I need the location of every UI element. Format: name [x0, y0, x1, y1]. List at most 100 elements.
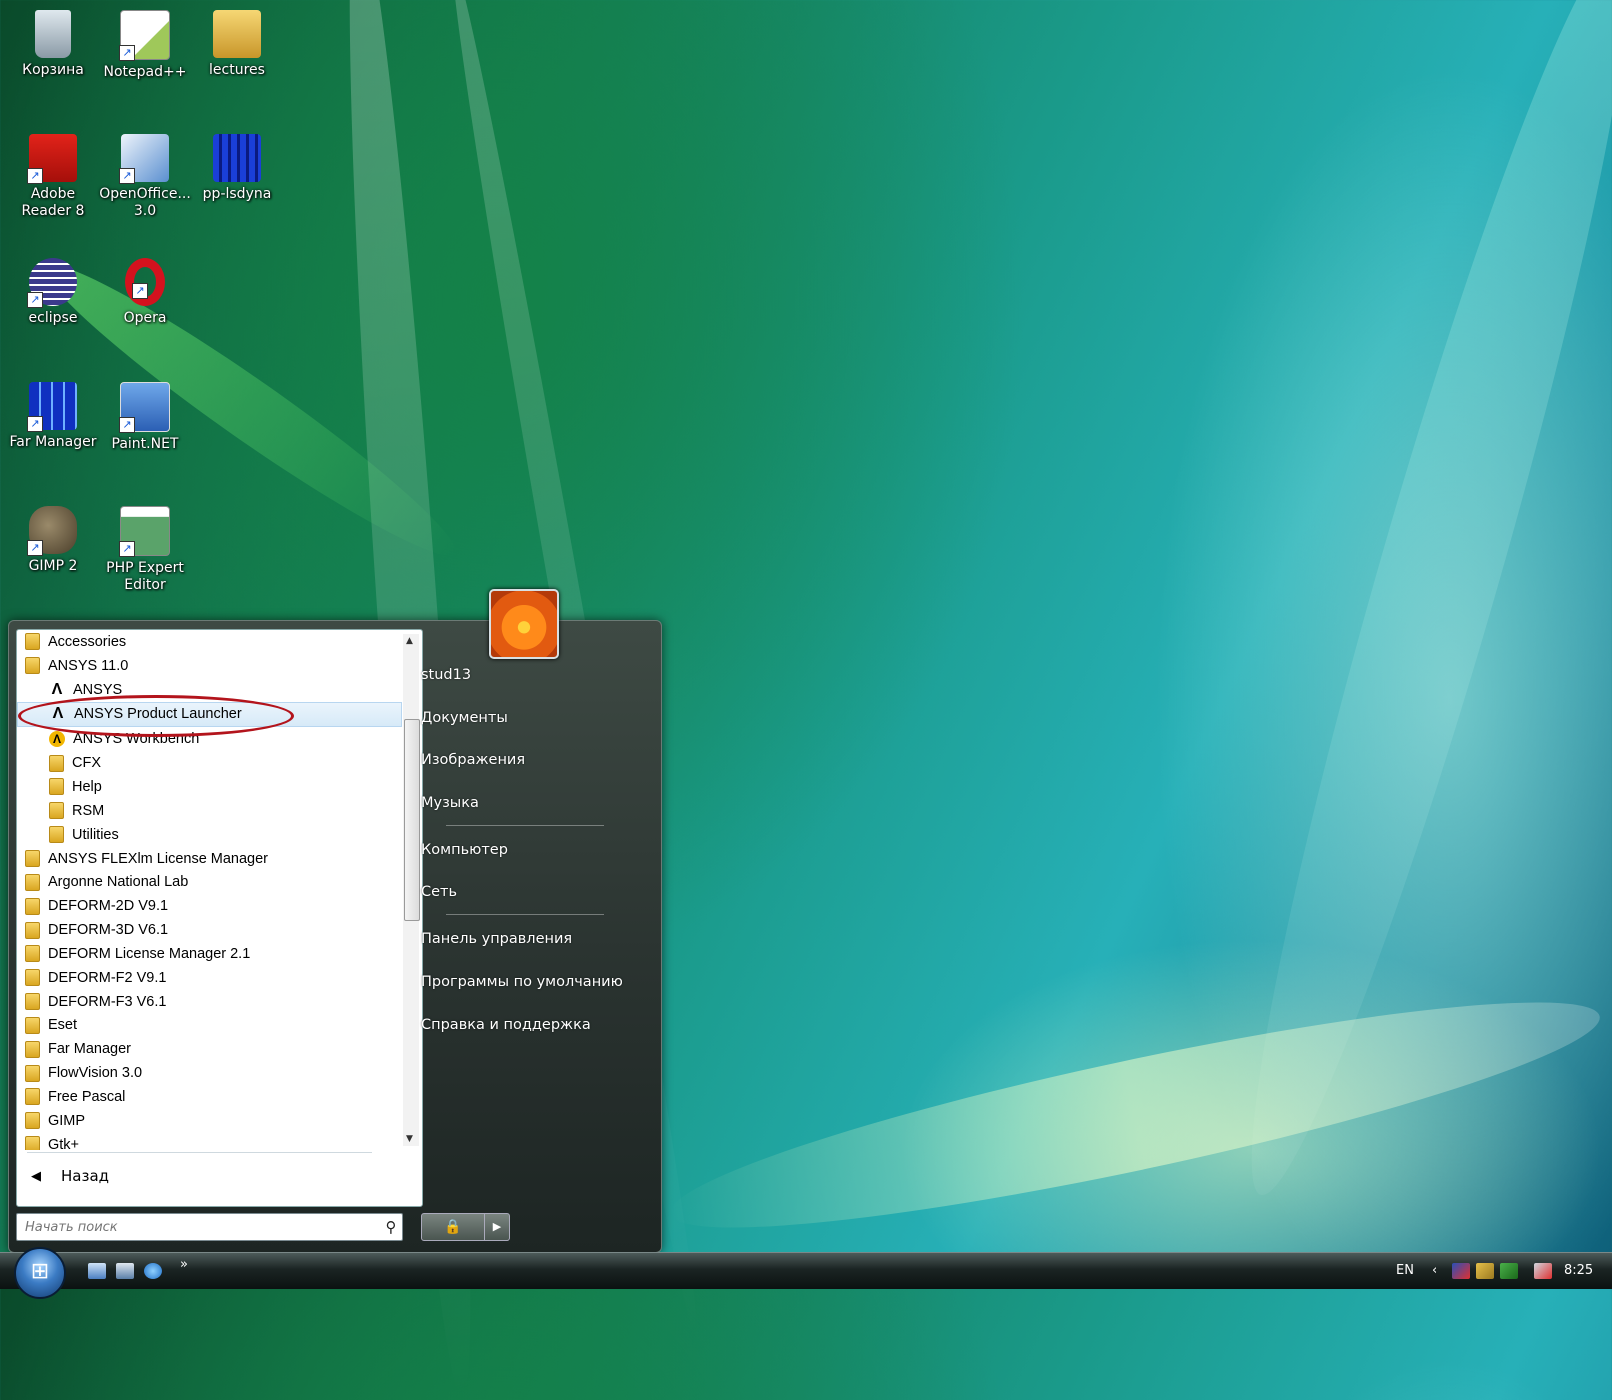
- desktop-icon-paint-net[interactable]: ↗ Paint.NET: [98, 376, 192, 453]
- chevron-right-icon: ▶: [492, 1220, 502, 1233]
- program-list-scrollbar[interactable]: ▲ ▼: [403, 634, 420, 1146]
- program-label: Gtk+: [48, 1136, 80, 1150]
- desktop-icon-pp-lsdyna[interactable]: pp-lsdyna: [190, 128, 284, 203]
- program-label: Accessories: [48, 633, 127, 650]
- back-button[interactable]: ◀ Назад: [31, 1162, 109, 1190]
- folder-icon: [25, 633, 40, 651]
- desktop-icon-far-manager[interactable]: ↗ Far Manager: [6, 376, 100, 451]
- start-button[interactable]: ⊞: [14, 1247, 66, 1299]
- program-label: Help: [72, 778, 102, 795]
- internet-explorer-icon[interactable]: [144, 1263, 162, 1279]
- desktop-icon-gimp[interactable]: ↗ GIMP 2: [6, 500, 100, 575]
- clock[interactable]: 8:25: [1564, 1263, 1593, 1278]
- program-label: ANSYS FLEXlm License Manager: [48, 850, 269, 867]
- folder-icon: [25, 1112, 40, 1130]
- lock-button[interactable]: 🔒: [421, 1213, 485, 1241]
- program-item[interactable]: Far Manager: [17, 1037, 402, 1061]
- shortcut-arrow-icon: ↗: [27, 292, 43, 308]
- scroll-up-icon[interactable]: ▲: [406, 636, 413, 646]
- wallpaper-streak: [1203, 0, 1612, 1212]
- start-search-box: ⚲: [16, 1213, 403, 1241]
- program-item[interactable]: DEFORM-3D V6.1: [17, 918, 402, 942]
- folder-icon: [25, 1064, 40, 1082]
- desktop-icon-adobe-reader[interactable]: ↗ Adobe Reader 8: [6, 128, 100, 220]
- program-label: DEFORM License Manager 2.1: [48, 945, 251, 962]
- desktop-icon-label: Корзина: [22, 62, 84, 78]
- volume-muted-icon[interactable]: [1534, 1263, 1552, 1279]
- folder-icon: [49, 754, 64, 772]
- program-item[interactable]: DEFORM-F3 V6.1: [17, 990, 402, 1014]
- right-item-pictures[interactable]: Изображения: [421, 752, 525, 768]
- desktop-icon-openoffice[interactable]: ↗ OpenOffice... 3.0: [98, 128, 192, 220]
- program-item[interactable]: Gtk+: [17, 1133, 402, 1150]
- right-item-computer[interactable]: Компьютер: [421, 842, 508, 858]
- right-item-default-programs[interactable]: Программы по умолчанию: [421, 974, 623, 990]
- program-item[interactable]: DEFORM-2D V9.1: [17, 894, 402, 918]
- desktop-icon-eclipse[interactable]: ↗ eclipse: [6, 252, 100, 327]
- program-item[interactable]: FlowVision 3.0: [17, 1061, 402, 1085]
- folder-icon: [49, 802, 64, 820]
- scrollbar-thumb[interactable]: [404, 719, 420, 921]
- folder-icon: [25, 993, 40, 1011]
- desktop-icon-recycle-bin[interactable]: Корзина: [6, 4, 100, 79]
- shortcut-arrow-icon: ↗: [119, 417, 135, 433]
- tray-app-icon[interactable]: [1452, 1263, 1470, 1279]
- shutdown-options-button[interactable]: ▶: [484, 1213, 510, 1241]
- program-item[interactable]: Free Pascal: [17, 1085, 402, 1109]
- folder-icon: [25, 1040, 40, 1058]
- program-label: Utilities: [72, 826, 119, 843]
- adobe-reader-icon: ↗: [27, 134, 77, 184]
- program-item[interactable]: Utilities: [17, 823, 402, 847]
- right-item-user[interactable]: stud13: [421, 667, 471, 683]
- scroll-down-icon[interactable]: ▼: [406, 1134, 413, 1144]
- program-item[interactable]: Eset: [17, 1014, 402, 1038]
- program-item[interactable]: ANSYS FLEXlm License Manager: [17, 847, 402, 871]
- shortcut-arrow-icon: ↗: [119, 541, 135, 557]
- search-input[interactable]: [23, 1218, 380, 1236]
- show-desktop-icon[interactable]: [88, 1263, 106, 1279]
- tray-expand-icon[interactable]: ‹: [1432, 1263, 1437, 1278]
- desktop-icon-notepadpp[interactable]: ↗ Notepad++: [98, 4, 192, 81]
- back-label: Назад: [61, 1167, 110, 1185]
- desktop-icon-label: PHP Expert Editor: [106, 560, 184, 593]
- folder-icon: [25, 1088, 40, 1106]
- program-item[interactable]: RSM: [17, 799, 402, 823]
- right-item-control-panel[interactable]: Панель управления: [421, 931, 572, 947]
- quick-launch-more[interactable]: »: [180, 1257, 188, 1272]
- desktop-icon-php-expert-editor[interactable]: ↗ PHP Expert Editor: [98, 500, 192, 594]
- folder-icon: [213, 10, 261, 58]
- program-label: CFX: [72, 755, 101, 772]
- shortcut-arrow-icon: ↗: [27, 168, 43, 184]
- right-item-music[interactable]: Музыка: [421, 795, 479, 811]
- program-item[interactable]: Argonne National Lab: [17, 870, 402, 894]
- folder-icon: [25, 873, 40, 891]
- desktop-icon-label: Opera: [123, 310, 167, 326]
- program-item[interactable]: Help: [17, 775, 402, 799]
- desktop-icon-opera[interactable]: ↗ Opera: [98, 252, 192, 327]
- tray-network-icon[interactable]: [1476, 1263, 1494, 1279]
- program-item[interactable]: CFX: [17, 751, 402, 775]
- lsdyna-icon: [213, 134, 261, 182]
- desktop-icon-label: GIMP 2: [28, 558, 78, 574]
- program-item[interactable]: DEFORM License Manager 2.1: [17, 942, 402, 966]
- paint-net-icon: ↗: [119, 382, 170, 433]
- openoffice-icon: ↗: [119, 134, 169, 184]
- ansys-icon: Λ: [51, 680, 63, 698]
- right-item-documents[interactable]: Документы: [421, 710, 508, 726]
- program-item[interactable]: Accessories: [17, 630, 402, 654]
- search-icon[interactable]: ⚲: [380, 1218, 402, 1236]
- right-item-help-support[interactable]: Справка и поддержка: [421, 1017, 591, 1033]
- eclipse-icon: ↗: [27, 258, 77, 308]
- language-indicator[interactable]: EN: [1396, 1263, 1414, 1278]
- program-label: GIMP: [48, 1112, 86, 1129]
- right-item-network[interactable]: Сеть: [421, 884, 457, 900]
- switch-windows-icon[interactable]: [116, 1263, 134, 1279]
- desktop-icon-lectures[interactable]: lectures: [190, 4, 284, 79]
- program-label: ANSYS 11.0: [48, 657, 129, 674]
- program-label: Eset: [48, 1017, 78, 1034]
- program-item[interactable]: DEFORM-F2 V9.1: [17, 966, 402, 990]
- program-item[interactable]: ANSYS 11.0: [17, 654, 402, 678]
- folder-icon: [49, 826, 64, 844]
- program-item[interactable]: GIMP: [17, 1109, 402, 1133]
- tray-security-icon[interactable]: [1500, 1263, 1518, 1279]
